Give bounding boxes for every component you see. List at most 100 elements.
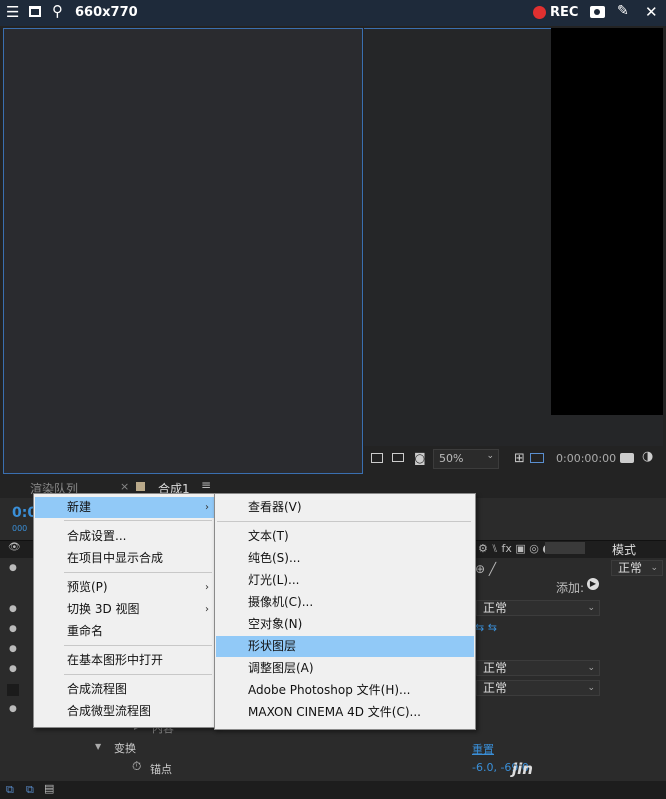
submenu-item-viewer[interactable]: 查看器(V) (216, 497, 474, 518)
magnifier-icon[interactable]: ⚲ (52, 2, 63, 20)
menu-item-label: 合成微型流程图 (67, 704, 152, 718)
menu-item-label: Adobe Photoshop 文件(H)... (248, 683, 411, 697)
menu-item-reveal-in-project[interactable]: 在项目中显示合成 (35, 548, 215, 569)
menu-item-label: 纯色(S)... (248, 551, 301, 565)
viewer-toolbar: ◙ ⊞ 0:00:00:00 ◑ (364, 446, 663, 474)
menu-item-label: 新建 (67, 500, 92, 514)
submenu-item-photoshop-file[interactable]: Adobe Photoshop 文件(H)... (216, 680, 474, 701)
layer-eye-icon[interactable]: ● (9, 563, 17, 573)
pencil-icon[interactable]: ✎ (617, 3, 629, 19)
layer-eye-toggle-off[interactable] (7, 684, 19, 696)
close-icon[interactable]: ✕ (645, 3, 658, 21)
menu-item-comp-mini-flowchart[interactable]: 合成微型流程图 (35, 701, 215, 722)
monitor-icon[interactable] (392, 453, 404, 462)
menu-item-label: 在项目中显示合成 (67, 551, 164, 565)
submenu-item-text[interactable]: 文本(T) (216, 526, 474, 547)
menu-item-label: 形状图层 (248, 639, 297, 653)
stopwatch-icon[interactable]: ⏱ (132, 759, 141, 774)
menu-item-rename[interactable]: 重命名 (35, 621, 215, 642)
color-icon[interactable]: ◑ (642, 449, 653, 464)
recorder-toolbar: ☰ ⚲ 660x770 REC ✎ ✕ (0, 0, 666, 26)
blend-mode-value: 正常 (618, 561, 643, 575)
submenu-item-shape-layer[interactable]: 形状图层 (216, 636, 474, 657)
grid-icon[interactable] (530, 453, 544, 463)
camera-snapshot-icon[interactable] (620, 453, 634, 463)
menu-item-comp-flowchart[interactable]: 合成流程图 (35, 679, 215, 700)
menu-item-label: 合成设置... (67, 529, 127, 543)
region-icon[interactable]: ⊞ (514, 451, 525, 466)
chevron-down-icon: ⌄ (587, 663, 595, 673)
layer-eye-icon[interactable]: ● (9, 704, 17, 714)
menu-item-new[interactable]: 新建 › (35, 497, 215, 518)
menu-item-label: 在基本图形中打开 (67, 653, 164, 667)
submenu-item-light[interactable]: 灯光(L)... (216, 570, 474, 591)
zoom-value: 50% (439, 452, 464, 465)
blend-mode-value: 正常 (483, 681, 508, 695)
add-label: 添加: (556, 581, 585, 595)
menu-item-open-essential-graphics[interactable]: 在基本图形中打开 (35, 650, 215, 671)
menu-item-label: 灯光(L)... (248, 573, 300, 587)
menu-separator (64, 572, 212, 573)
composition-viewer[interactable] (3, 28, 363, 474)
blend-mode-dropdown[interactable]: 正常 ⌄ (476, 600, 600, 616)
blend-mode-dropdown[interactable]: 正常 ⌄ (476, 680, 600, 696)
menu-item-comp-settings[interactable]: 合成设置... (35, 526, 215, 547)
submenu-item-camera[interactable]: 摄像机(C)... (216, 592, 474, 613)
context-menu: 新建 › 合成设置... 在项目中显示合成 预览(P) › 切换 3D 视图 › 重命… (33, 493, 217, 728)
layer-eye-icon[interactable]: ● (9, 664, 17, 674)
capture-size-label: 660x770 (75, 5, 138, 20)
tab-menu-icon[interactable]: ≡ (201, 478, 211, 492)
submenu-item-cinema4d-file[interactable]: MAXON CINEMA 4D 文件(C)... (216, 702, 474, 723)
toggle-modes-icon[interactable]: ⧉ (26, 783, 34, 797)
chevron-down-icon: ⌄ (587, 683, 595, 693)
blend-mode-dropdown[interactable]: 正常 ⌄ (611, 560, 663, 576)
submenu-item-adjustment-layer[interactable]: 调整图层(A) (216, 658, 474, 679)
transform-label: 变换 (114, 742, 136, 755)
menu-item-label: 预览(P) (67, 580, 108, 594)
menu-item-label: 切换 3D 视图 (67, 602, 140, 616)
record-dot-icon[interactable] (533, 6, 546, 19)
menu-item-switch-3d-view[interactable]: 切换 3D 视图 › (35, 599, 215, 620)
toggle-switches-icon[interactable]: ⧉ (6, 783, 14, 797)
viewer-timecode[interactable]: 0:00:00:00 (556, 452, 616, 465)
menu-separator (64, 520, 212, 521)
window-icon[interactable] (29, 6, 41, 17)
switch-blocks (545, 542, 585, 554)
layer-eye-icon[interactable]: ● (9, 644, 17, 654)
layer-eye-icon[interactable]: ● (9, 624, 17, 634)
zoom-select[interactable]: 50% ⌄ (433, 449, 499, 469)
blend-mode-value: 正常 (483, 601, 508, 615)
watermark-logo: jin (512, 760, 533, 778)
menu-item-label: 查看器(V) (248, 500, 302, 514)
snapshot-icon[interactable] (371, 453, 383, 463)
parent-pick-icon[interactable]: ⊕ ╱ (475, 562, 496, 576)
menu-item-label: 文本(T) (248, 529, 289, 543)
render-time-icon[interactable]: ▤ (44, 782, 54, 795)
close-tab-icon[interactable]: × (120, 480, 129, 493)
new-submenu: 查看器(V) 文本(T) 纯色(S)... 灯光(L)... 摄像机(C)...… (214, 493, 476, 730)
menu-item-label: 重命名 (67, 624, 104, 638)
link-icon[interactable]: ⇆ ⇆ (475, 621, 497, 634)
add-button[interactable]: ▶ (587, 578, 599, 590)
menu-icon[interactable]: ☰ (6, 3, 19, 21)
eye-icon[interactable]: 👁 (8, 542, 21, 553)
menu-item-label: 调整图层(A) (248, 661, 314, 675)
reset-link[interactable]: 重置 (472, 741, 494, 757)
rec-label[interactable]: REC (550, 5, 578, 20)
submenu-item-solid[interactable]: 纯色(S)... (216, 548, 474, 569)
submenu-arrow-icon: › (205, 582, 209, 593)
composition-frame (551, 28, 663, 415)
camera-icon[interactable] (590, 6, 605, 18)
comp-color-icon (136, 482, 145, 491)
mask-icon[interactable]: ◙ (414, 451, 426, 465)
menu-item-label: 空对象(N) (248, 617, 303, 631)
menu-separator (64, 645, 212, 646)
blend-mode-value: 正常 (483, 661, 508, 675)
menu-item-preview[interactable]: 预览(P) › (35, 577, 215, 598)
timeline-bottom-bar: ⧉ ⧉ ▤ (0, 781, 666, 799)
anchor-label: 锚点 (150, 763, 172, 776)
submenu-item-null-object[interactable]: 空对象(N) (216, 614, 474, 635)
blend-mode-dropdown[interactable]: 正常 ⌄ (476, 660, 600, 676)
collapse-arrow-icon[interactable]: ▼ (95, 742, 101, 751)
layer-eye-icon[interactable]: ● (9, 604, 17, 614)
